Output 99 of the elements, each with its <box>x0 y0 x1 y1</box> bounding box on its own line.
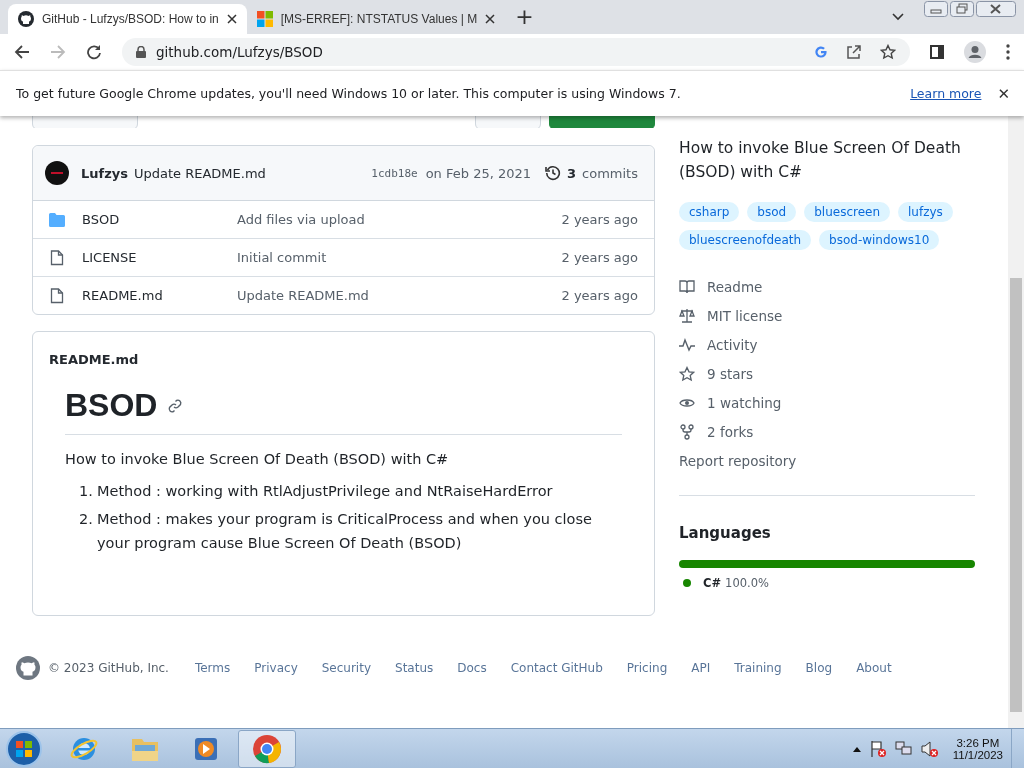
start-button[interactable] <box>4 728 44 768</box>
footer-link[interactable]: Training <box>734 661 782 675</box>
pulse-icon <box>679 337 695 352</box>
footer-link[interactable]: Blog <box>805 661 833 675</box>
repo-stat-link[interactable]: Activity <box>707 336 758 353</box>
clock[interactable]: 3:26 PM 11/1/2023 <box>952 736 1003 761</box>
topic-tag[interactable]: bsod <box>747 202 797 222</box>
commit-author[interactable]: Lufzys <box>81 165 128 181</box>
file-name[interactable]: BSOD <box>82 212 237 227</box>
footer-link[interactable]: Status <box>395 661 434 675</box>
taskbar-app[interactable] <box>238 729 296 768</box>
windows-logo-icon <box>256 11 273 27</box>
file-age: 2 years ago <box>561 212 638 227</box>
close-icon[interactable] <box>485 14 496 24</box>
file-icon <box>49 249 65 266</box>
list-number: 2. <box>79 510 94 529</box>
book-icon <box>679 279 695 294</box>
repo-stat-link[interactable]: 9 stars <box>707 365 754 382</box>
fork-icon <box>679 423 695 440</box>
readme-paragraph: How to invoke Blue Screen Of Death (BSOD) with C# <box>65 451 450 467</box>
commit-count[interactable]: 3 <box>567 165 577 181</box>
topic-tag[interactable]: csharp <box>679 202 740 222</box>
history-icon <box>545 165 562 181</box>
folder-icon <box>49 212 65 227</box>
repo-stat-link[interactable]: MIT license <box>707 307 783 324</box>
chrome-icon <box>252 733 282 764</box>
browser-tab[interactable]: [MS-ERREF]: NTSTATUS Values | M <box>246 4 506 34</box>
readme-list-item: Method : working with RtlAdjustPrivilege and NtRaiseHardError <box>97 482 554 501</box>
repo-stat-link[interactable]: 1 watching <box>707 394 782 411</box>
file-name[interactable]: LICENSE <box>82 250 237 265</box>
footer-link[interactable]: API <box>691 661 711 675</box>
topic-tag[interactable]: bsod-windows10 <box>819 230 940 250</box>
learn-more-link[interactable]: Learn more <box>910 86 982 101</box>
repo-stat-link[interactable]: 2 forks <box>707 423 754 440</box>
close-icon[interactable] <box>226 14 237 24</box>
topic-tag[interactable]: bluescreenofdeath <box>679 230 812 250</box>
repo-description: How to invoke Blue Screen Of Death (BSOD) with C# <box>679 138 962 183</box>
commit-date: on Feb 25, 2021 <box>425 165 532 181</box>
repo-stat-link[interactable]: Readme <box>707 278 763 295</box>
footer-link[interactable]: Privacy <box>254 661 298 675</box>
restore-icon[interactable] <box>950 1 974 17</box>
footer-link[interactable]: Terms <box>194 661 231 675</box>
file-age: 2 years ago <box>561 288 638 303</box>
list-number: 1. <box>79 482 94 501</box>
topic-tag[interactable]: bluescreen <box>804 202 891 222</box>
footer-link[interactable]: Contact GitHub <box>510 661 603 675</box>
tab-title: GitHub - Lufzys/BSOD: How to in <box>42 12 219 26</box>
file-commit-message[interactable]: Add files via upload <box>237 212 562 227</box>
file-icon <box>49 287 65 304</box>
github-logo-icon <box>18 11 34 27</box>
address-bar[interactable]: github.com/Lufzys/BSOD <box>122 38 910 66</box>
file-age: 2 years ago <box>561 250 638 265</box>
star-icon <box>679 365 695 382</box>
footer-link[interactable]: Pricing <box>626 661 668 675</box>
topic-tag[interactable]: lufzys <box>898 202 953 222</box>
flag-icon[interactable] <box>868 739 887 758</box>
language-name[interactable]: C# <box>703 576 722 590</box>
footer-link[interactable]: About <box>856 661 892 675</box>
volume-muted-icon[interactable] <box>920 739 939 758</box>
reload-icon[interactable] <box>86 44 102 60</box>
star-icon[interactable] <box>880 44 896 60</box>
back-icon[interactable] <box>14 44 30 60</box>
google-icon[interactable] <box>814 45 828 59</box>
commits-link[interactable]: commits <box>582 165 638 181</box>
file-name[interactable]: README.md <box>82 288 237 303</box>
infobar-message: To get future Google Chrome updates, you'll need Windows 10 or later. This computer is using Windows 7. <box>16 86 681 101</box>
footer-link[interactable]: Security <box>321 661 371 675</box>
chevron-down-icon[interactable] <box>892 13 904 21</box>
scale-icon <box>679 307 695 324</box>
tab-title: [MS-ERREF]: NTSTATUS Values | M <box>280 12 478 26</box>
new-tab-button[interactable]: + <box>515 6 534 28</box>
tray-arrow-icon[interactable] <box>852 745 861 752</box>
commit-message[interactable]: Update README.md <box>134 165 266 181</box>
readme-filename: README.md <box>48 351 140 367</box>
commit-sha[interactable]: 1cdb18e <box>371 166 418 180</box>
share-icon[interactable] <box>846 44 862 60</box>
language-percent: 100.0% <box>725 576 769 590</box>
menu-icon[interactable] <box>1006 44 1010 60</box>
network-icon[interactable] <box>894 739 913 758</box>
close-button[interactable]: ✕ <box>997 84 1010 103</box>
readme-list-item: Method : makes your program is CriticalProcess and when you close your program cause Blue Screen Of Death (BSOD) <box>97 510 593 553</box>
footer-link[interactable]: Docs <box>457 661 487 675</box>
languages-heading: Languages <box>679 524 772 542</box>
copyright: © 2023 GitHub, Inc. <box>48 661 169 675</box>
profile-avatar-icon[interactable] <box>964 41 986 63</box>
lock-icon <box>136 46 146 58</box>
file-commit-message[interactable]: Update README.md <box>237 288 562 303</box>
eye-icon <box>679 396 695 409</box>
readme-heading: BSOD <box>65 387 158 424</box>
minimize-icon[interactable] <box>924 1 948 17</box>
close-icon[interactable] <box>976 1 1016 17</box>
github-logo-icon[interactable] <box>16 656 40 680</box>
avatar-icon <box>45 161 69 185</box>
file-commit-message[interactable]: Initial commit <box>237 250 562 265</box>
report-link[interactable]: Report repository <box>679 452 797 469</box>
side-panel-icon[interactable] <box>930 45 944 59</box>
link-icon[interactable] <box>167 397 184 414</box>
scrollbar[interactable] <box>1008 116 1024 728</box>
browser-tab[interactable]: GitHub - Lufzys/BSOD: How to in <box>8 4 247 34</box>
